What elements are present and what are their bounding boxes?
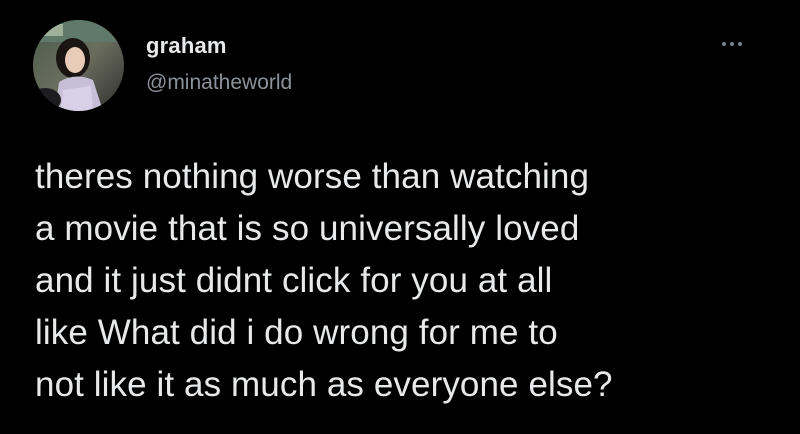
tweet-text-line: like What did i do wrong for me to — [35, 313, 558, 352]
more-options-button[interactable] — [712, 32, 752, 56]
tweet-text-line: a movie that is so universally loved — [35, 209, 580, 248]
tweet-card: graham @minatheworld theres nothing wors… — [0, 0, 800, 434]
tweet-text-line: theres nothing worse than watching — [35, 157, 590, 196]
tweet-text-line: not like it as much as everyone else? — [35, 365, 613, 404]
profile-photo — [33, 20, 124, 111]
avatar[interactable] — [33, 20, 124, 111]
user-handle[interactable]: @minatheworld — [146, 70, 292, 96]
display-name[interactable]: graham — [146, 33, 227, 59]
tweet-text-line: and it just didnt click for you at all — [35, 261, 553, 300]
ellipsis-icon — [738, 42, 742, 46]
ellipsis-icon — [730, 42, 734, 46]
tweet-text: theres nothing worse than watching a mov… — [35, 151, 785, 411]
ellipsis-icon — [722, 42, 726, 46]
